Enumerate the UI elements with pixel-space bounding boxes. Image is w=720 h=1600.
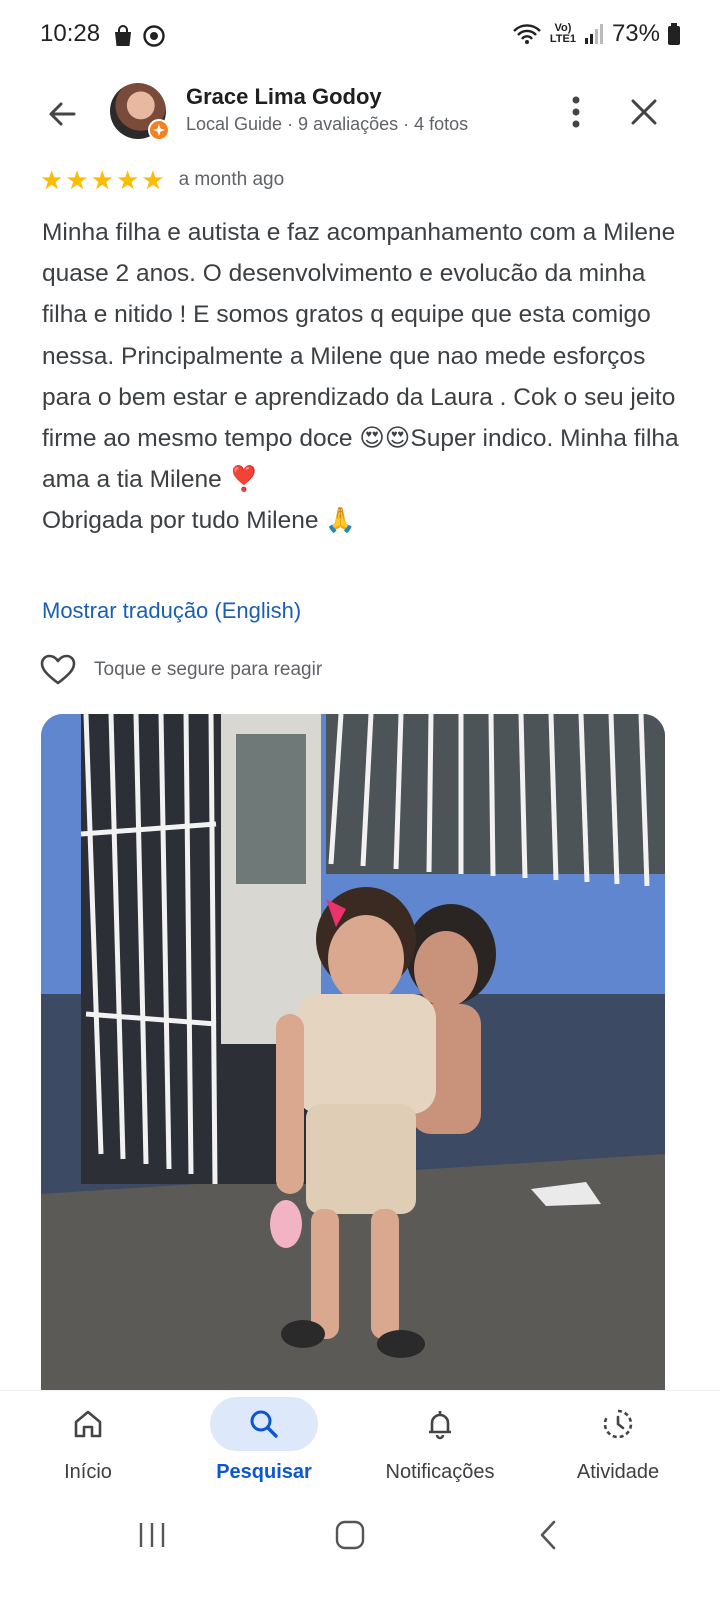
reviewer-name[interactable]: Grace Lima Godoy [186, 84, 382, 110]
close-button[interactable] [624, 92, 664, 132]
react-row[interactable]: Toque e segure para reagir [40, 654, 322, 686]
wifi-icon [513, 24, 541, 44]
home-square-icon [335, 1520, 365, 1550]
heart-outline-icon [40, 654, 76, 685]
nav-pill [564, 1397, 672, 1451]
home-system-button[interactable] [320, 1510, 380, 1560]
status-bar: 10:28 Vo) LTE1 73% [0, 0, 720, 72]
search-icon [250, 1410, 278, 1438]
recents-icon [139, 1523, 165, 1547]
battery-icon [668, 23, 680, 45]
nav-label-notificacoes: Notificações [385, 1461, 495, 1483]
rating-row: ★ ★ ★ ★ ★ a month ago [40, 166, 284, 194]
nav-pill [34, 1397, 142, 1451]
nav-item-pesquisar[interactable]: Pesquisar [184, 1391, 344, 1501]
status-right: Vo) LTE1 73% [512, 20, 680, 48]
recent-apps-button[interactable] [122, 1510, 182, 1560]
arrow-back-icon [49, 102, 76, 126]
back-button[interactable] [40, 92, 84, 136]
avatar[interactable] [110, 83, 170, 141]
volte-icon: Vo) LTE1 [549, 22, 576, 45]
review-time: a month ago [178, 169, 285, 190]
review-text: Minha filha e autista e faz acompanhamen… [42, 219, 679, 535]
nav-item-atividade[interactable]: Atividade [538, 1391, 698, 1501]
bottom-navigation: Início Pesquisar Notificações Atividade [0, 1390, 720, 1500]
star-icon: ★ [141, 165, 165, 195]
review-header: Grace Lima Godoy Local Guide · 9 avaliaç… [0, 80, 720, 144]
nav-label-atividade: Atividade [576, 1461, 660, 1483]
review-photo[interactable] [41, 714, 665, 1390]
local-guide-badge-icon [148, 119, 170, 141]
sync-circle-icon [143, 25, 165, 47]
close-icon [631, 99, 657, 125]
status-notification-icons [112, 24, 166, 48]
status-time: 10:28 [40, 20, 101, 47]
chevron-left-icon [540, 1520, 556, 1550]
star-icon: ★ [90, 165, 114, 195]
home-icon [74, 1410, 102, 1438]
show-translation-link[interactable]: Mostrar tradução (English) [42, 598, 301, 624]
more-options-button[interactable] [560, 90, 592, 134]
star-icon: ★ [40, 165, 64, 195]
more-vert-icon [572, 96, 580, 128]
star-icon: ★ [65, 165, 89, 195]
nav-item-notificacoes[interactable]: Notificações [360, 1391, 520, 1501]
back-system-button[interactable] [518, 1510, 578, 1560]
nav-item-inicio[interactable]: Início [8, 1391, 168, 1501]
react-hint: Toque e segure para reagir [94, 659, 323, 680]
nav-pill-active [210, 1397, 318, 1451]
nav-label-inicio: Início [64, 1461, 112, 1483]
star-rating: ★ ★ ★ ★ ★ [40, 166, 165, 194]
activity-icon [603, 1409, 633, 1439]
nav-pill [386, 1397, 494, 1451]
signal-icon [584, 24, 603, 44]
system-navigation-bar [0, 1500, 720, 1600]
star-icon: ★ [115, 165, 140, 195]
nav-label-pesquisar: Pesquisar [216, 1461, 312, 1483]
reviewer-meta: Local Guide · 9 avaliações · 4 fotos [186, 114, 469, 134]
bell-icon [429, 1411, 451, 1440]
shopping-bag-icon [115, 25, 131, 46]
battery-percentage: 73% [611, 20, 660, 47]
review-photo-image [41, 714, 665, 1390]
